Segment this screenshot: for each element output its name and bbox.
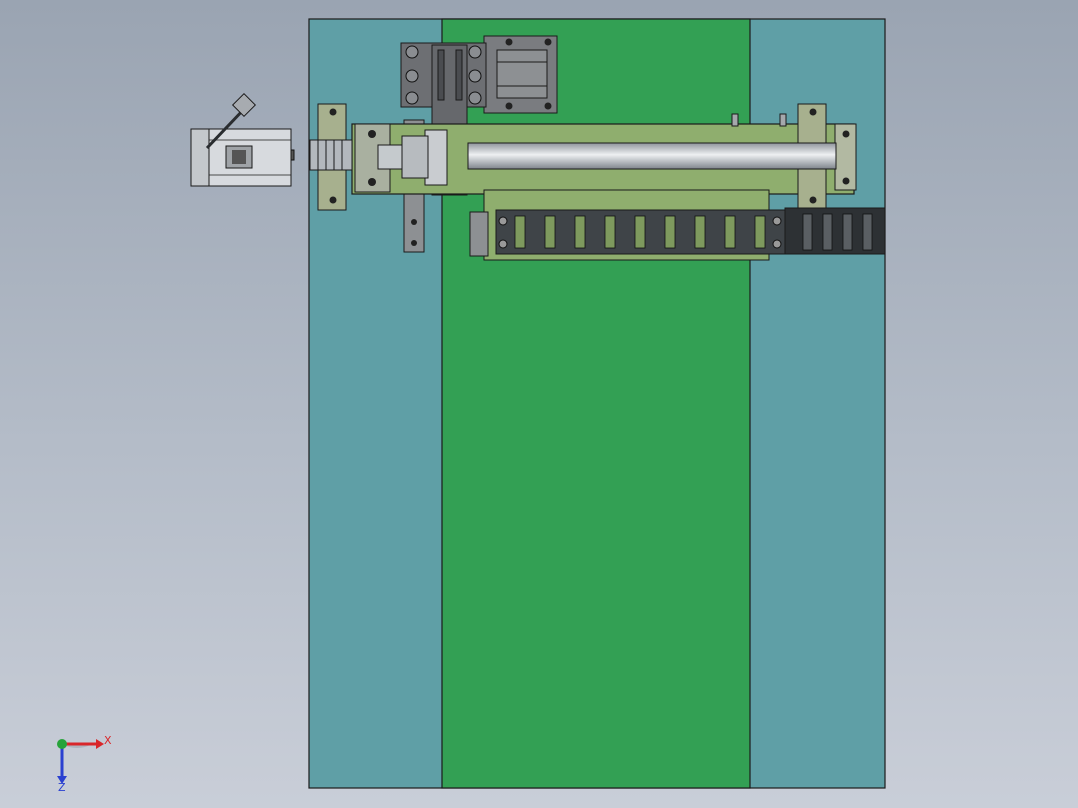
cad-viewport[interactable]: X Z xyxy=(0,0,1078,808)
upper-mount-bracket[interactable] xyxy=(483,35,558,114)
connector-icon xyxy=(231,92,257,118)
coordinate-triad-icon: X Z xyxy=(57,734,112,794)
servo-motor[interactable] xyxy=(190,92,292,187)
x-axis-label: X xyxy=(104,734,112,747)
ball-screw[interactable] xyxy=(467,142,837,170)
chain-links xyxy=(514,215,766,249)
shaft-coupling[interactable] xyxy=(283,139,353,171)
cable-drag-chain[interactable] xyxy=(469,207,886,257)
screw-nut-block[interactable] xyxy=(401,129,448,186)
z-axis-label: Z xyxy=(58,781,66,794)
